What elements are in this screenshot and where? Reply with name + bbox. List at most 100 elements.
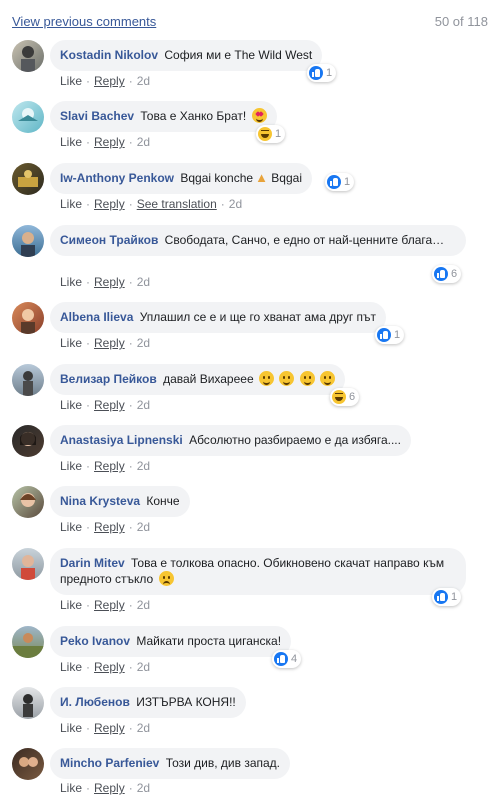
comment-author[interactable]: Mincho Parfeniev bbox=[60, 756, 159, 770]
avatar[interactable] bbox=[12, 225, 44, 257]
like-link[interactable]: Like bbox=[60, 781, 82, 795]
comment-actions: Like · Reply · 2d bbox=[60, 520, 151, 534]
avatar[interactable] bbox=[12, 425, 44, 457]
reply-link[interactable]: Reply bbox=[94, 781, 125, 795]
like-link[interactable]: Like bbox=[60, 660, 82, 674]
comment-text: Майкати проста циганска! bbox=[136, 634, 282, 648]
like-link[interactable]: Like bbox=[60, 197, 82, 211]
avatar[interactable] bbox=[12, 626, 44, 658]
comment-author[interactable]: Nina Krysteva bbox=[60, 494, 140, 508]
comment-time[interactable]: 2d bbox=[229, 197, 242, 211]
reply-link[interactable]: Reply bbox=[94, 74, 125, 88]
like-link[interactable]: Like bbox=[60, 398, 82, 412]
comment-author[interactable]: Peko Ivanov bbox=[60, 634, 130, 648]
comment-text: Това е Ханко Брат! bbox=[140, 109, 247, 123]
avatar[interactable] bbox=[12, 101, 44, 133]
comment-author[interactable]: Albena Ilieva bbox=[60, 310, 133, 324]
grinning-emoji-icon bbox=[258, 371, 274, 386]
comment-time[interactable]: 2d bbox=[137, 660, 150, 674]
comment-author[interactable]: Slavi Bachev bbox=[60, 109, 134, 123]
like-link[interactable]: Like bbox=[60, 459, 82, 473]
comment-time[interactable]: 2d bbox=[137, 336, 150, 350]
avatar[interactable] bbox=[12, 163, 44, 195]
like-link[interactable]: Like bbox=[60, 721, 82, 735]
reaction-summary[interactable]: 1 bbox=[256, 125, 286, 143]
comment-bubble: Iw-Anthony Penkow Bqgai konche ▲ Bqgai bbox=[50, 163, 312, 194]
see-translation-link[interactable]: See translation bbox=[137, 197, 217, 211]
reply-link[interactable]: Reply bbox=[94, 275, 125, 289]
reaction-summary[interactable]: 6 bbox=[432, 265, 462, 283]
like-link[interactable]: Like bbox=[60, 598, 82, 612]
reaction-summary[interactable]: 1 bbox=[325, 173, 355, 191]
avatar[interactable] bbox=[12, 364, 44, 396]
comment-author[interactable]: Darin Mitev bbox=[60, 556, 125, 570]
comment-author[interactable]: И. Любенов bbox=[60, 695, 130, 709]
reply-link[interactable]: Reply bbox=[94, 459, 125, 473]
comment-text: Абсолютно разбираемо е да избяга.... bbox=[189, 433, 401, 447]
comment-text: Този див, див запад. bbox=[165, 756, 281, 770]
grinning-emoji-icon bbox=[279, 371, 295, 386]
avatar[interactable] bbox=[12, 687, 44, 719]
comment-author[interactable]: Симеон Трайков bbox=[60, 233, 158, 247]
comment-actions: Like · Reply · 2d bbox=[60, 721, 151, 735]
reply-link[interactable]: Reply bbox=[94, 520, 125, 534]
like-link[interactable]: Like bbox=[60, 336, 82, 350]
comment-text: давай Вихареее bbox=[163, 372, 254, 386]
reply-link[interactable]: Reply bbox=[94, 398, 125, 412]
reply-link[interactable]: Reply bbox=[94, 598, 125, 612]
grinning-emoji-icon bbox=[299, 371, 315, 386]
like-link[interactable]: Like bbox=[60, 275, 82, 289]
comment-text: Уплашил се е и ще го хванат ама друг път bbox=[139, 310, 377, 324]
reply-link[interactable]: Reply bbox=[94, 135, 125, 149]
like-reaction-icon bbox=[434, 267, 448, 281]
comment-time[interactable]: 2d bbox=[137, 135, 150, 149]
reply-link[interactable]: Reply bbox=[94, 660, 125, 674]
comment-actions: Like · Reply · 2d bbox=[60, 660, 151, 674]
comment-time[interactable]: 2d bbox=[137, 520, 150, 534]
avatar[interactable] bbox=[12, 748, 44, 780]
comment-actions: Like · Reply · 2d bbox=[60, 459, 151, 473]
star-struck-emoji-icon bbox=[251, 108, 267, 123]
reaction-summary[interactable]: 1 bbox=[432, 588, 462, 606]
comment-time[interactable]: 2d bbox=[137, 459, 150, 473]
view-previous-comments-link[interactable]: View previous comments bbox=[12, 14, 156, 29]
like-link[interactable]: Like bbox=[60, 135, 82, 149]
comment-actions: Like · Reply · 2d bbox=[60, 781, 151, 795]
comment-bubble: Nina Krysteva Конче bbox=[50, 486, 190, 517]
comment-time[interactable]: 2d bbox=[137, 74, 150, 88]
reaction-summary[interactable]: 1 bbox=[307, 64, 337, 82]
comment-author[interactable]: Iw-Anthony Penkow bbox=[60, 171, 174, 185]
comment-time[interactable]: 2d bbox=[137, 598, 150, 612]
comment-time[interactable]: 2d bbox=[137, 781, 150, 795]
comment-bubble: Велизар Пейков давай Вихареее bbox=[50, 364, 346, 395]
reaction-count: 6 bbox=[451, 268, 458, 280]
avatar[interactable] bbox=[12, 40, 44, 72]
comments-header: View previous comments 50 of 118 bbox=[0, 0, 498, 34]
comment-time[interactable]: 2d bbox=[137, 275, 150, 289]
avatar[interactable] bbox=[12, 302, 44, 334]
reaction-summary[interactable]: 6 bbox=[330, 388, 360, 406]
reply-link[interactable]: Reply bbox=[94, 197, 125, 211]
comment-author[interactable]: Anastasiya Lipnenski bbox=[60, 433, 183, 447]
comment-bubble: И. Любенов ИЗТЪРВА КОНЯ!! bbox=[50, 687, 246, 718]
reaction-summary[interactable]: 1 bbox=[375, 326, 405, 344]
reaction-summary[interactable]: 4 bbox=[272, 650, 302, 668]
like-link[interactable]: Like bbox=[60, 520, 82, 534]
comment-actions: Like · Reply · 2d bbox=[60, 398, 151, 412]
comment-author[interactable]: Kostadin Nikolov bbox=[60, 48, 158, 62]
comment-author[interactable]: Велизар Пейков bbox=[60, 372, 157, 386]
avatar[interactable] bbox=[12, 548, 44, 580]
comment-time[interactable]: 2d bbox=[137, 721, 150, 735]
comment-text: Свободата, Санчо, е едно от най-ценните … bbox=[164, 233, 445, 247]
reply-link[interactable]: Reply bbox=[94, 721, 125, 735]
comment-bubble: Kostadin Nikolov София ми е The Wild Wes… bbox=[50, 40, 323, 71]
comment-bubble: Peko Ivanov Майкати проста циганска! bbox=[50, 626, 292, 657]
like-link[interactable]: Like bbox=[60, 74, 82, 88]
comment-text: София ми е The Wild West bbox=[164, 48, 313, 62]
reply-link[interactable]: Reply bbox=[94, 336, 125, 350]
avatar[interactable] bbox=[12, 486, 44, 518]
comment-bubble: Mincho Parfeniev Този див, див запад. bbox=[50, 748, 291, 779]
comment-time[interactable]: 2d bbox=[137, 398, 150, 412]
comment-actions: Like · Reply · 2d bbox=[60, 135, 151, 149]
like-reaction-icon bbox=[327, 175, 341, 189]
